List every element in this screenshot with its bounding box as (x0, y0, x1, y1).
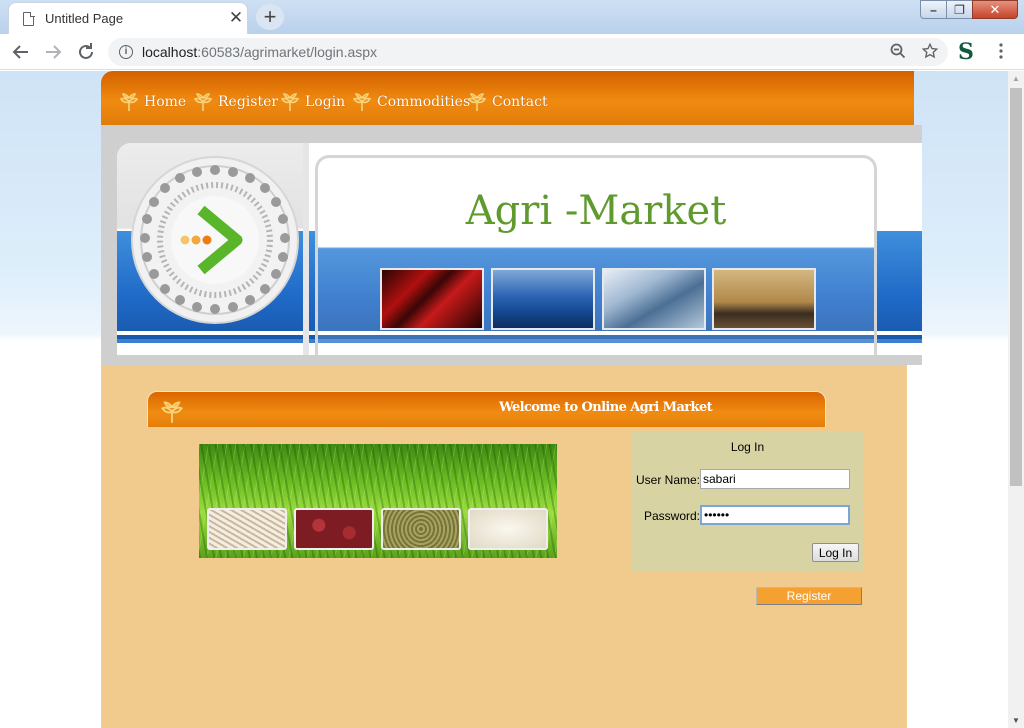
browser-titlebar: Untitled Page ✕ + – ❐ ✕ (0, 0, 1024, 34)
leaf-icon (119, 92, 139, 112)
nav-login[interactable]: Login (280, 92, 345, 112)
forward-icon[interactable] (41, 40, 65, 64)
nav-register[interactable]: Register (193, 92, 278, 112)
leaf-icon (280, 92, 300, 112)
url-text[interactable]: localhost:60583/agrimarket/login.aspx (142, 44, 377, 60)
header-banner: Agri -Market (101, 125, 922, 365)
password-input[interactable] (700, 505, 850, 525)
site-page: Home Register Login Commodities Contact (101, 71, 922, 728)
register-button[interactable]: Register (756, 587, 862, 605)
close-tab-icon[interactable]: ✕ (227, 8, 245, 28)
zoom-icon[interactable] (890, 42, 906, 65)
window-controls: – ❐ ✕ (920, 0, 1018, 20)
back-icon[interactable] (9, 40, 33, 64)
sample-flour (468, 508, 548, 550)
tab-title: Untitled Page (45, 11, 124, 26)
password-label: Password: (643, 509, 700, 523)
new-tab-button[interactable]: + (256, 4, 284, 30)
welcome-bar: Welcome to Online Agri Market (147, 391, 826, 427)
login-title: Log In (730, 440, 765, 454)
banner-image-abstract (380, 268, 484, 330)
banner-image-office (712, 268, 816, 330)
nav-contact[interactable]: Contact (467, 92, 548, 112)
banner-image-building (602, 268, 706, 330)
browser-toolbar: i localhost:60583/agrimarket/login.aspx … (0, 34, 1024, 70)
nav-home-label: Home (144, 94, 187, 110)
nav-contact-label: Contact (492, 94, 548, 110)
menu-icon[interactable] (994, 43, 1008, 59)
sample-seeds (381, 508, 461, 550)
username-label: User Name: (635, 473, 700, 487)
leaf-icon (160, 400, 184, 429)
minimize-button[interactable]: – (920, 0, 947, 19)
leaf-icon (467, 92, 487, 112)
nav-home[interactable]: Home (119, 92, 186, 112)
banner-image-computers (491, 268, 595, 330)
nav-register-label: Register (218, 94, 279, 110)
username-input[interactable] (700, 469, 850, 489)
close-window-button[interactable]: ✕ (972, 0, 1018, 19)
page-viewport: Home Register Login Commodities Contact (0, 71, 1008, 728)
site-navbar: Home Register Login Commodities Contact (101, 71, 914, 125)
banner-title-panel: Agri -Market (315, 155, 877, 355)
page-icon (23, 11, 35, 26)
nav-commodities-label: Commodities (377, 94, 471, 110)
scroll-down-icon[interactable]: ▼ (1012, 716, 1020, 725)
bookmark-star-icon[interactable] (921, 42, 939, 65)
nav-login-label: Login (305, 94, 346, 110)
nav-commodities[interactable]: Commodities (352, 92, 470, 112)
sample-rice (207, 508, 287, 550)
address-bar[interactable]: i localhost:60583/agrimarket/login.aspx (108, 38, 948, 66)
logo-panel (117, 143, 309, 355)
welcome-text: Welcome to Online Agri Market (499, 400, 713, 415)
site-logo (131, 156, 299, 324)
reload-icon[interactable] (74, 40, 98, 64)
scrollbar-thumb[interactable] (1010, 88, 1022, 486)
vertical-scrollbar[interactable]: ▲ ▼ (1008, 71, 1024, 728)
leaf-icon (352, 92, 372, 112)
info-icon[interactable]: i (119, 45, 133, 59)
login-panel: Log In User Name: Password: Log In (632, 431, 863, 571)
login-button[interactable]: Log In (812, 543, 859, 562)
commodities-photo (199, 444, 557, 558)
sample-beans (294, 508, 374, 550)
main-content: Welcome to Online Agri Market Log In Use… (101, 365, 907, 728)
leaf-icon (193, 92, 213, 112)
extension-icon[interactable]: S (958, 39, 974, 65)
restore-button[interactable]: ❐ (946, 0, 973, 19)
banner-frame: Agri -Market (117, 143, 922, 355)
site-title: Agri -Market (465, 188, 727, 234)
scroll-up-icon[interactable]: ▲ (1012, 74, 1020, 83)
browser-tab[interactable]: Untitled Page ✕ (8, 2, 248, 34)
